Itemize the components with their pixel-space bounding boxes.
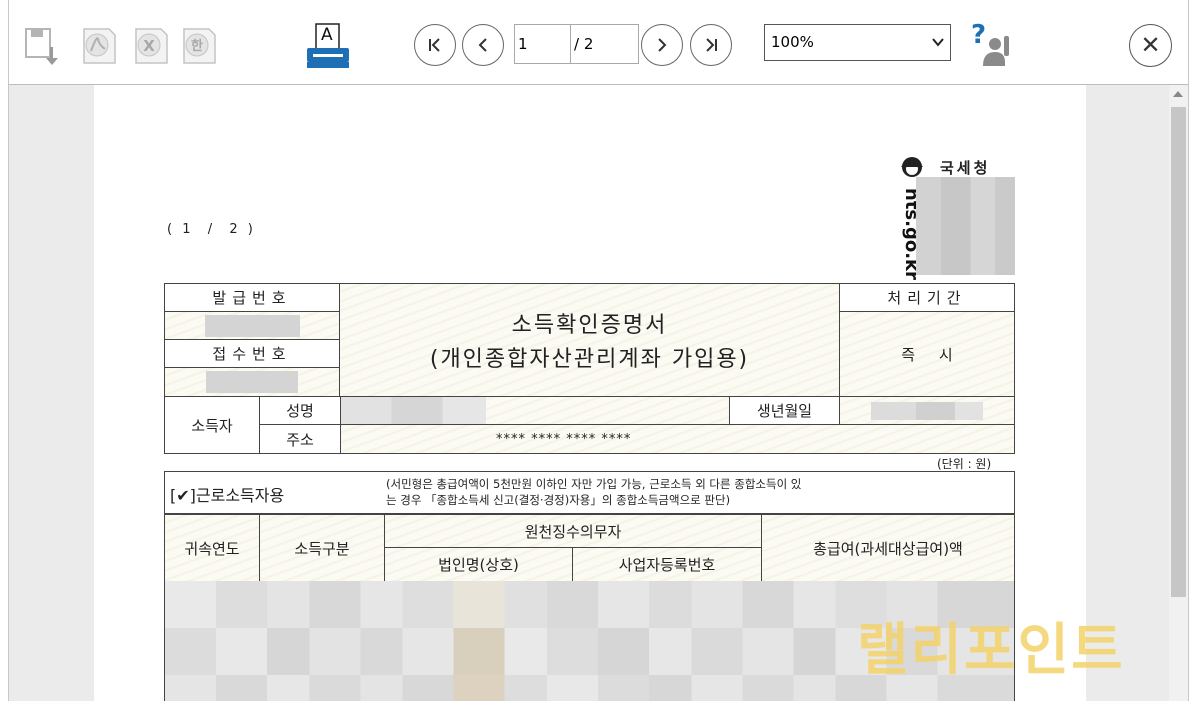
dob-label: 생년월일 bbox=[756, 402, 813, 420]
col-year-label: 귀속연도 bbox=[184, 539, 240, 558]
address-label: 주소 bbox=[286, 430, 314, 449]
help-icon[interactable]: ? bbox=[969, 20, 1015, 68]
issue-no-label: 발급번호 bbox=[212, 289, 292, 307]
income-table: 귀속연도 소득구분 원천징수의무자 법인명(상호) 사업자등록번호 총급여(과세… bbox=[164, 514, 1015, 584]
dob-label-cell: 생년월일 bbox=[729, 396, 840, 425]
close-button[interactable]: ✕ bbox=[1129, 24, 1172, 67]
document-subtitle: (개인종합자산관리계좌 가입용) bbox=[429, 347, 750, 372]
zoom-select[interactable]: 100% bbox=[764, 24, 951, 61]
last-page-button[interactable] bbox=[690, 24, 732, 66]
col-total-pay-label: 총급여(과세대상급여)액 bbox=[813, 539, 963, 558]
receipt-no-label: 접수번호 bbox=[212, 345, 292, 363]
document-title: 소득확인증명서 bbox=[511, 313, 668, 338]
page-indicator: ( 1 / 2 ) bbox=[167, 222, 256, 237]
scroll-up-arrow-icon[interactable] bbox=[1173, 91, 1183, 97]
chevron-down-icon bbox=[932, 25, 944, 73]
processing-label: 처리기간 bbox=[887, 289, 967, 307]
header-table: 발급번호 접수번호 소득확인증명서 (개인종합자산관리계좌 가입용) 처리기간 bbox=[164, 283, 1015, 397]
issue-no-label-cell: 발급번호 bbox=[164, 283, 340, 312]
col-total-pay-cell: 총급여(과세대상급여)액 bbox=[761, 514, 1015, 582]
earner-table: 소득자 성명 주소 생년월일 **** **** **** **** bbox=[164, 396, 1015, 454]
address-value: **** **** **** **** bbox=[496, 431, 632, 447]
col-withholder-label: 원천징수의무자 bbox=[524, 522, 622, 541]
name-label: 성명 bbox=[286, 402, 314, 420]
agency-name: 국세청 bbox=[940, 159, 991, 177]
excel-icon[interactable]: X bbox=[131, 25, 171, 67]
issue-no-value-cell bbox=[164, 311, 340, 340]
col-biz-no-label: 사업자등록번호 bbox=[618, 556, 716, 574]
usage-check-label: [✔]근로소득자용 bbox=[170, 486, 285, 505]
svg-text:X: X bbox=[143, 37, 155, 55]
receipt-no-redacted bbox=[206, 371, 298, 393]
processing-value-cell: 즉 시 bbox=[839, 311, 1015, 397]
chevron-right-icon bbox=[658, 38, 667, 52]
issue-no-redacted bbox=[204, 314, 300, 337]
chevron-left-icon bbox=[478, 38, 487, 52]
next-page-button[interactable] bbox=[641, 24, 683, 66]
page-current-input[interactable]: 1 bbox=[515, 25, 571, 63]
svg-text:한: 한 bbox=[191, 38, 203, 54]
receipt-no-label-cell: 접수번호 bbox=[164, 339, 340, 368]
usage-table: [✔]근로소득자용 (서민형은 총급여액이 5천만원 이하인 자만 가입 가능,… bbox=[164, 471, 1015, 514]
earner-label-cell: 소득자 bbox=[164, 396, 260, 454]
col-biz-no-cell: 사업자등록번호 bbox=[572, 547, 762, 582]
col-year-cell: 귀속연도 bbox=[164, 514, 260, 582]
save-icon[interactable] bbox=[23, 25, 63, 67]
page-number-field[interactable]: 1 / 2 bbox=[514, 24, 639, 64]
hwp-icon[interactable]: 한 bbox=[179, 25, 219, 67]
col-corp-name-cell: 법인명(상호) bbox=[384, 547, 573, 582]
address-label-cell: 주소 bbox=[259, 424, 341, 454]
col-corp-name-label: 법인명(상호) bbox=[438, 556, 519, 574]
zoom-value: 100% bbox=[771, 33, 814, 51]
col-income-type-label: 소득구분 bbox=[294, 539, 350, 558]
processing-value: 즉 시 bbox=[901, 345, 953, 364]
vertical-scrollbar[interactable] bbox=[1169, 85, 1188, 701]
receipt-no-value-cell bbox=[164, 367, 340, 397]
unit-note: (단위 : 원) bbox=[937, 457, 992, 471]
dob-value-cell bbox=[839, 396, 1015, 425]
toolbar: X 한 A 1 / 2 100% ? ✕ bbox=[9, 0, 1188, 85]
pdf-icon[interactable] bbox=[79, 25, 119, 67]
usage-note-line2: 는 경우 「종합소득세 신고(결정·경정)자용」의 종합소득금액으로 판단) bbox=[386, 493, 731, 507]
address-value-cell: **** **** **** **** bbox=[340, 424, 1015, 454]
first-page-button[interactable] bbox=[414, 24, 456, 66]
viewer-window: X 한 A 1 / 2 100% ? ✕ (1 / 2) 국세청 nts.g… bbox=[8, 0, 1189, 701]
first-page-icon bbox=[429, 38, 440, 52]
name-value-cell bbox=[340, 396, 730, 443]
processing-label-cell: 처리기간 bbox=[839, 283, 1015, 312]
last-page-icon bbox=[706, 38, 717, 52]
print-icon[interactable]: A bbox=[305, 22, 351, 70]
barcode-redacted bbox=[916, 177, 1015, 275]
agency-logo-icon bbox=[897, 155, 927, 179]
name-label-cell: 성명 bbox=[259, 396, 341, 425]
print-label: A bbox=[321, 25, 333, 45]
dob-redacted bbox=[871, 401, 983, 420]
title-cell: 소득확인증명서 (개인종합자산관리계좌 가입용) bbox=[339, 283, 840, 397]
col-income-type-cell: 소득구분 bbox=[259, 514, 385, 582]
page-total: / 2 bbox=[574, 35, 594, 53]
earner-label: 소득자 bbox=[191, 416, 233, 435]
prev-page-button[interactable] bbox=[462, 24, 504, 66]
watermark-text: 랠리포인트 bbox=[857, 618, 1125, 683]
usage-note-line1: (서민형은 총급여액이 5천만원 이하인 자만 가입 가능, 근로소득 외 다른… bbox=[386, 477, 802, 491]
scrollbar-thumb[interactable] bbox=[1171, 107, 1186, 597]
col-withholder-cell: 원천징수의무자 bbox=[384, 514, 762, 548]
